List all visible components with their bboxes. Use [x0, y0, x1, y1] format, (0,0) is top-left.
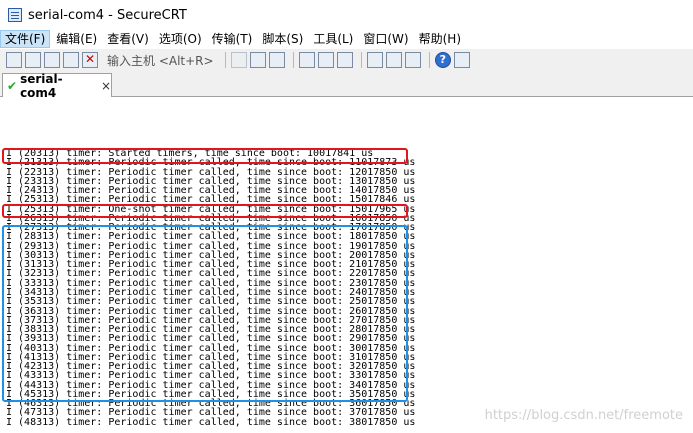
window-title: serial-com4 - SecureCRT — [28, 7, 187, 23]
tab-serial-com4[interactable]: ✔ serial-com4 × — [2, 71, 112, 100]
toolbar-separator — [360, 52, 362, 68]
reconnect-icon[interactable] — [63, 52, 79, 68]
menu-script[interactable]: 脚本(S) — [258, 30, 307, 48]
watermark: https://blog.csdn.net/freemote — [484, 408, 683, 423]
print-icon[interactable] — [317, 52, 334, 68]
print-setup-icon[interactable] — [298, 52, 315, 68]
menu-options[interactable]: 选项(O) — [155, 30, 206, 48]
disconnect-icon[interactable] — [82, 52, 98, 68]
terminal-output[interactable]: I (20313) timer: Started timers, time si… — [0, 97, 693, 433]
session-options-icon[interactable] — [366, 52, 383, 68]
connected-check-icon: ✔ — [7, 78, 18, 93]
connect-tab-icon[interactable] — [44, 52, 60, 68]
toolbar-separator — [224, 52, 226, 68]
print-selection-icon[interactable] — [336, 52, 353, 68]
host-input[interactable]: 输入主机 <Alt+R> — [107, 52, 214, 69]
terminal-lines: I (20313) timer: Started timers, time si… — [6, 148, 416, 428]
toolbar: 输入主机 <Alt+R> — [0, 49, 693, 71]
toolbar-separator — [292, 52, 294, 68]
copy-icon[interactable] — [230, 52, 247, 68]
menu-edit[interactable]: 编辑(E) — [52, 30, 101, 48]
menu-file[interactable]: 文件(F) — [0, 30, 51, 48]
quick-connect-icon[interactable] — [25, 52, 41, 68]
keymap-icon[interactable] — [404, 52, 421, 68]
menu-bar: 文件(F) 编辑(E) 查看(V) 选项(O) 传输(T) 脚本(S) 工具(L… — [0, 30, 693, 48]
sftp-icon[interactable] — [453, 52, 470, 68]
toolbar-separator — [428, 52, 430, 68]
tab-close-icon[interactable]: × — [101, 79, 111, 93]
title-bar: serial-com4 - SecureCRT — [0, 0, 693, 30]
menu-view[interactable]: 查看(V) — [103, 30, 153, 48]
menu-window[interactable]: 窗口(W) — [359, 30, 412, 48]
terminal-line: I (48313) timer: Periodic timer called, … — [6, 416, 416, 428]
securecrt-app-icon[interactable] — [8, 8, 22, 22]
help-icon[interactable] — [434, 52, 451, 68]
find-icon[interactable] — [268, 52, 285, 68]
tab-label: serial-com4 — [20, 71, 63, 100]
menu-transfer[interactable]: 传输(T) — [208, 30, 257, 48]
connect-icon[interactable] — [6, 52, 22, 68]
menu-help[interactable]: 帮助(H) — [415, 30, 465, 48]
paste-icon[interactable] — [249, 52, 266, 68]
menu-tools[interactable]: 工具(L) — [309, 30, 357, 48]
global-options-icon[interactable] — [385, 52, 402, 68]
session-tab-bar: ✔ serial-com4 × — [0, 71, 693, 100]
